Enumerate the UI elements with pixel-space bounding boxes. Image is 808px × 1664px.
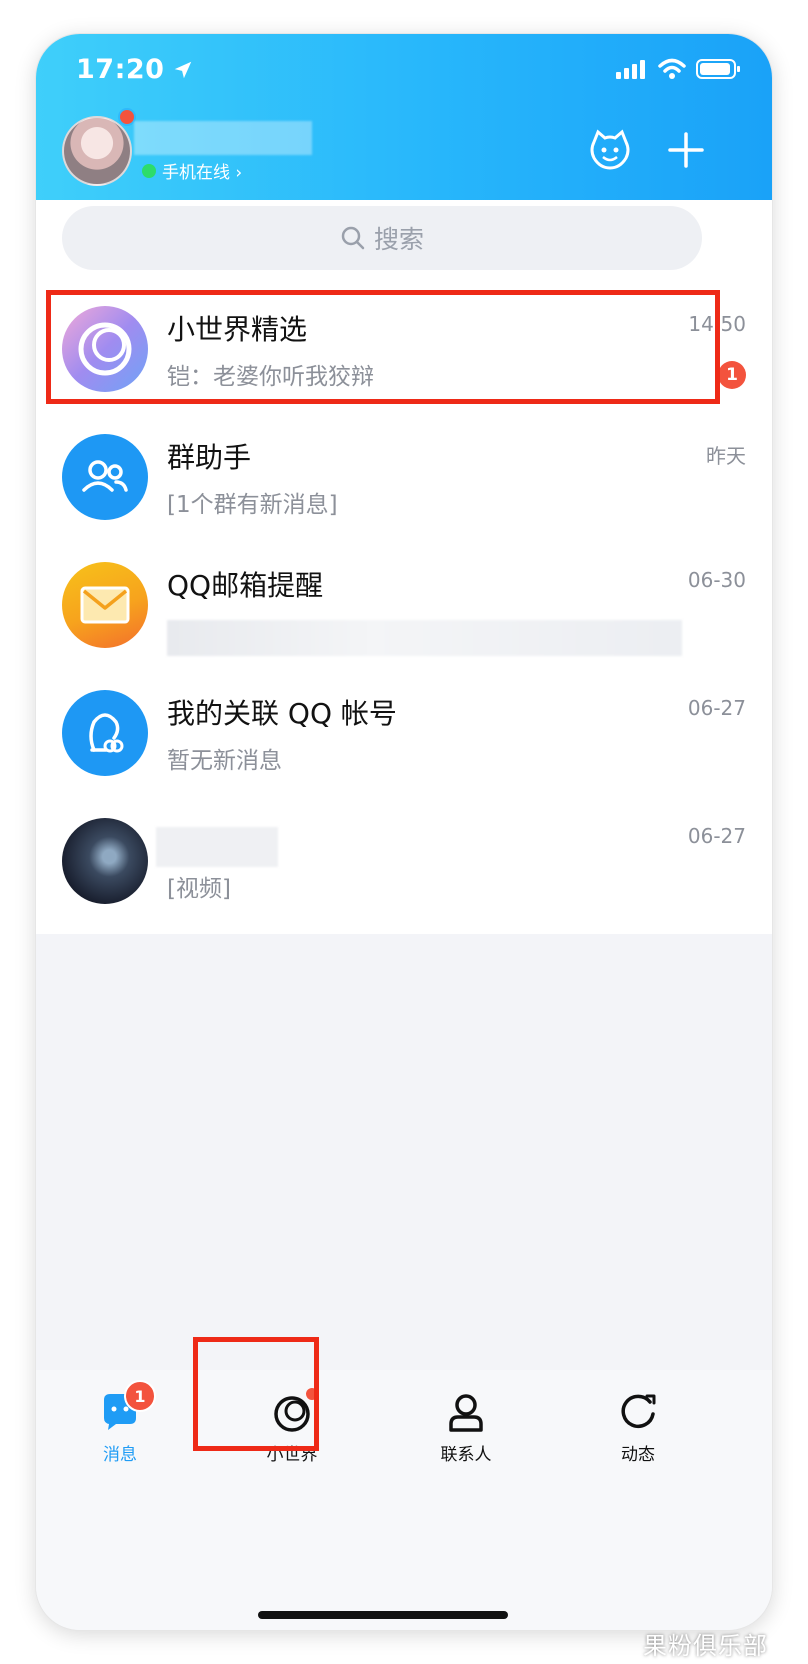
qq-mail-avatar-icon [62, 562, 148, 648]
conversation-time: 06-27 [687, 824, 746, 848]
tab-highlight-annotation [193, 1337, 319, 1451]
add-icon[interactable] [664, 128, 708, 172]
status-icons [616, 58, 742, 80]
cellular-signal-icon [616, 60, 645, 79]
conversation-row[interactable]: 群助手 [1个群有新消息] 昨天 [36, 414, 772, 542]
status-time: 17:20 [76, 54, 194, 85]
contact-avatar [62, 818, 148, 904]
linked-account-avatar-icon [62, 690, 148, 776]
redacted-contact-name [156, 827, 278, 867]
unread-badge: 1 [718, 361, 746, 389]
redacted-preview [167, 620, 682, 656]
tab-badge: 1 [124, 1380, 156, 1412]
tab-feed[interactable]: 动态 [578, 1390, 698, 1465]
conversation-title: 群助手 [167, 441, 252, 474]
highlight-annotation [46, 290, 720, 404]
conversation-time: 06-30 [687, 568, 746, 592]
conversation-row[interactable]: [视频] 06-27 [36, 798, 772, 926]
tab-bar: 1 消息 小世界 联系人 动态 [36, 1370, 772, 1630]
battery-icon [696, 59, 740, 79]
tab-messages[interactable]: 1 消息 [60, 1380, 180, 1465]
location-arrow-icon [175, 61, 192, 78]
conversation-preview: 暂无新消息 [167, 748, 282, 774]
group-assistant-avatar-icon [62, 434, 148, 520]
search-input[interactable]: 搜索 [62, 206, 702, 270]
conversation-row[interactable]: 小世界精选 铠：老婆你听我狡辩 14:50 1 [36, 286, 772, 414]
username-redacted [134, 121, 312, 155]
group-icon [82, 460, 128, 492]
conversation-time: 06-27 [687, 696, 746, 720]
pet-face-icon[interactable] [588, 128, 632, 172]
avatar [62, 116, 132, 186]
search-icon [341, 226, 365, 250]
watermark: 果粉俱乐部 [643, 1632, 768, 1660]
profile-avatar[interactable] [62, 108, 136, 186]
conversation-time: 昨天 [706, 444, 746, 468]
linked-qq-icon [89, 713, 124, 753]
wifi-icon [658, 58, 686, 79]
header: 17:20 手机在线 › [36, 34, 772, 200]
conversation-row[interactable]: 我的关联 QQ 帐号 暂无新消息 06-27 [36, 670, 772, 798]
conversation-preview: [视频] [167, 876, 231, 902]
conversation-title: QQ邮箱提醒 [167, 569, 324, 602]
envelope-icon [80, 586, 130, 624]
online-dot-icon [142, 163, 156, 178]
message-bubble-icon: 1 [98, 1380, 156, 1434]
conversation-list: 小世界精选 铠：老婆你听我狡辩 14:50 1 群助手 [1个群有新消息] 昨天 [36, 286, 772, 934]
home-indicator [258, 1611, 508, 1619]
person-icon [444, 1390, 488, 1434]
conversation-preview: [1个群有新消息] [167, 492, 338, 518]
online-status[interactable]: 手机在线 › [142, 158, 242, 183]
phone-frame: 17:20 手机在线 › 搜索 小世界精选 铠：老婆你听我狡辩 14:50 1 … [36, 34, 772, 1630]
conversation-title: 我的关联 QQ 帐号 [167, 697, 397, 730]
refresh-star-icon [616, 1390, 660, 1434]
tab-contacts[interactable]: 联系人 [406, 1390, 526, 1465]
